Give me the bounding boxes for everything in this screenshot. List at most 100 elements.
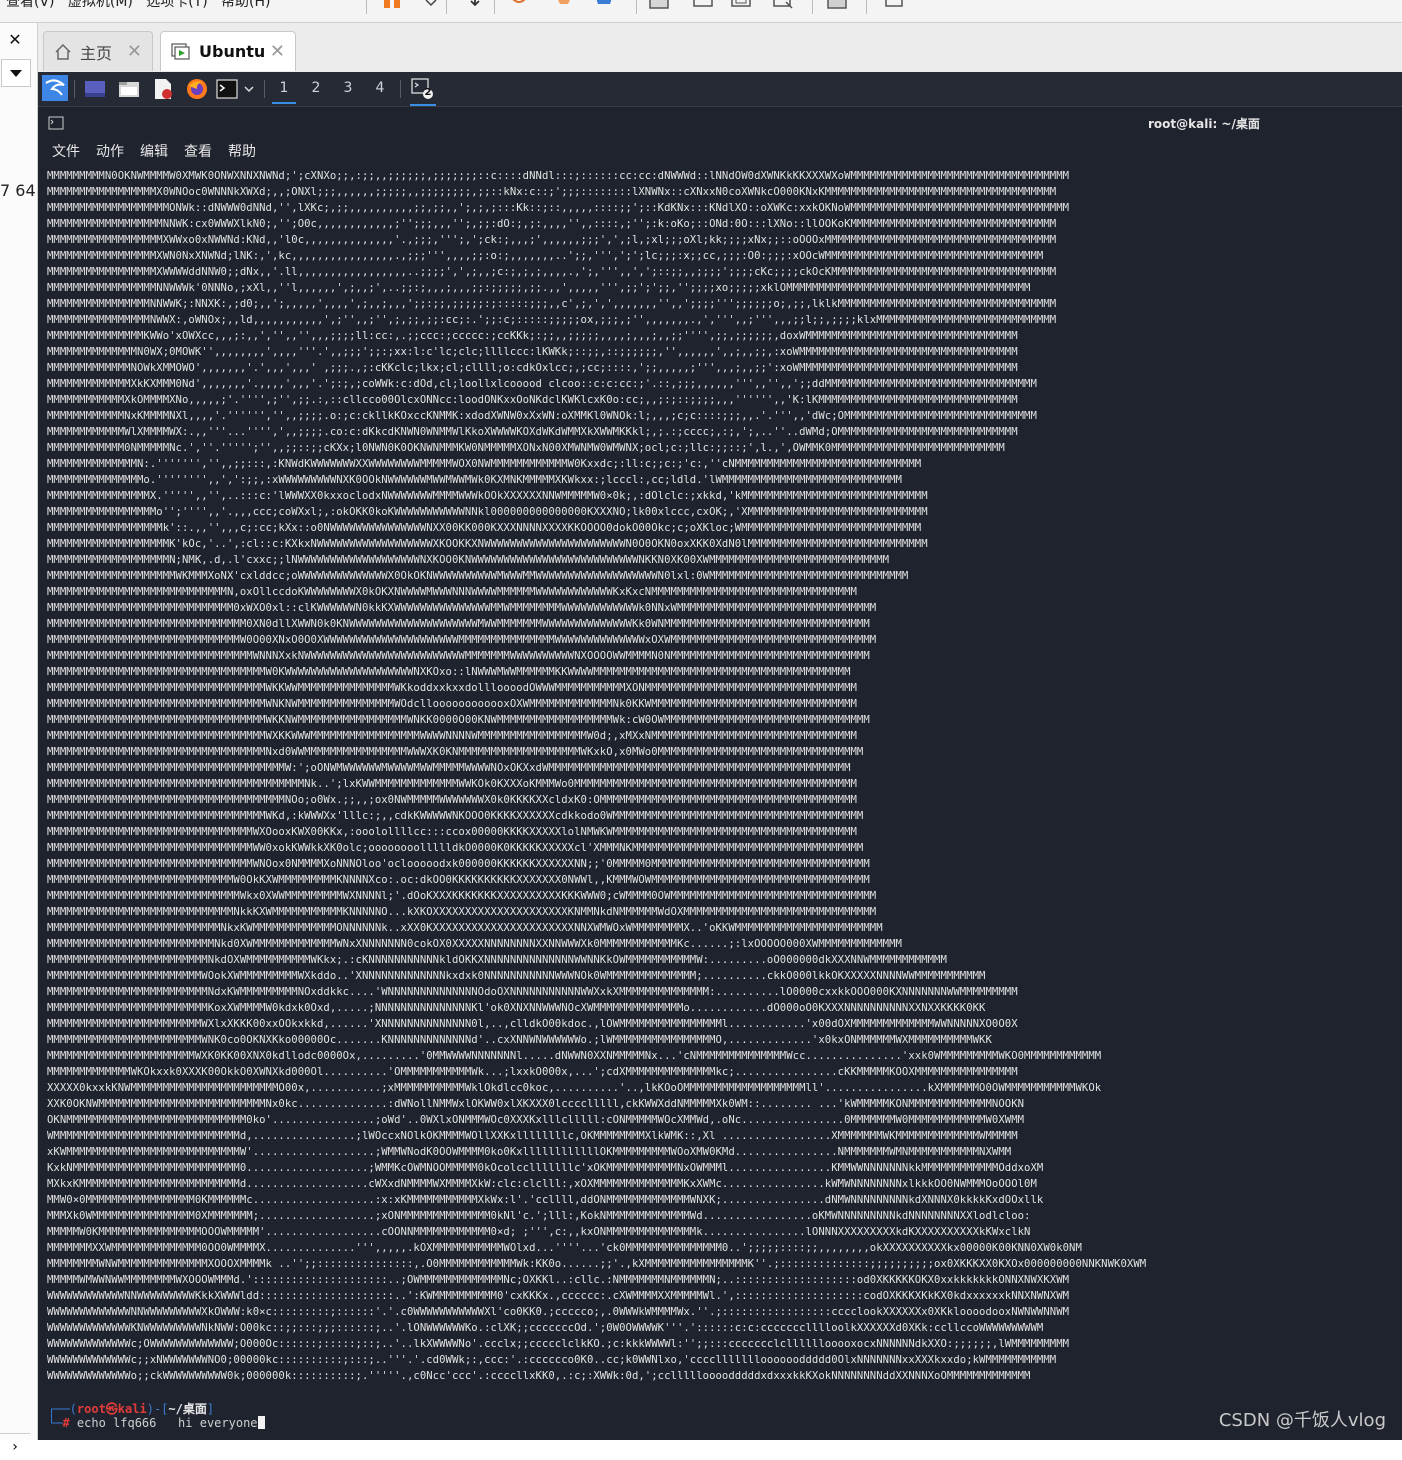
snapshot-icon[interactable] (554, 0, 576, 12)
output-line: MMMMMMMMMMMMMNOWkXMMOWO',,,,,,,'.',,,',,… (47, 362, 1018, 374)
firefox-icon[interactable] (186, 78, 208, 100)
output-line: MMMMMMMMMMMMMMMMMMMMMMMMMMMMMMMMMMNxd0WW… (47, 746, 864, 758)
terminal-titlebar: root@kali: ~/桌面 (38, 108, 1402, 138)
output-line: MMMMMMMMMMMMMMMMMMMN;NMK,.d,.l'cxxc;;lNW… (47, 554, 890, 566)
menu-actions[interactable]: 动作 (96, 141, 124, 161)
menu-edit[interactable]: 编辑 (140, 141, 168, 161)
host-menu-bar[interactable]: 查看(V) 虚拟机(M) 选项卡(T) 帮助(H) (6, 0, 270, 11)
library-view-icon[interactable] (826, 0, 848, 12)
unity-view-icon[interactable] (692, 0, 714, 12)
output-line: MMMMMMMMMMMMMMMMMMNNWK:cx0WWWXlkN0;,'';O… (47, 218, 1057, 230)
output-line: MMMMMMMMMMMMMMMMMMMMMMMMWOokXWMMMMMMMMMW… (47, 970, 986, 982)
output-line: MMMMMMMMMMMMMMMMMMMMMMMMMMMMMW0OkKXWMMMM… (47, 874, 870, 886)
output-line: MMMMMMMMMMMMMMMMMMMMMMMMMMMMMMMMWW0xokKW… (47, 842, 864, 854)
output-line: MMMMMMMMMMMMMMMMMMXWWxo0xNWWNd:KNd,,'l0c… (47, 234, 1057, 246)
workspace-3[interactable]: 3 (336, 80, 360, 96)
dropdown-icon[interactable] (420, 0, 442, 12)
expand-arrow-button[interactable]: › (0, 1433, 30, 1460)
output-line: MMMMMMMMMMMMMMMMMMMMMMMMMMMMMMMMMMWKKWWM… (47, 682, 857, 694)
vm-running-icon (171, 42, 190, 60)
output-line: MMMMMMMMMMMMMMMMMMMMMMMMMMMMMMW0O00XNxO0… (47, 634, 877, 646)
toolbar-separator (866, 0, 867, 14)
menu-file[interactable]: 文件 (52, 141, 80, 161)
fullscreen-view-icon[interactable] (648, 0, 670, 12)
output-line: MMMMMMMMMMMMMMMMMMMMMMMMMMMMMMMMMMMMMW:'… (47, 762, 851, 774)
output-line: MMMMMMMMMMMMMMMMMMMMMMMMWXlxXKKK00xxOOkx… (47, 1018, 1018, 1030)
output-line: MMMMMMMMMMMMMMMMMMMMMMMMMMNkd0XWMMMMMMMM… (47, 938, 902, 950)
output-line: MMMMMMMMMMMMMMMMMMMMMMMMMMMMMMMMMMMMMNOo… (47, 794, 857, 806)
workspace-4[interactable]: 4 (368, 80, 392, 96)
output-line: OKNMMMMMMMMMMMMMMMMMMMMMMMMMMMM0ko'.....… (47, 1114, 1025, 1126)
tab-label: 主页 (80, 43, 113, 63)
host-toolbar: 查看(V) 虚拟机(M) 选项卡(T) 帮助(H) (0, 0, 1402, 23)
prompt-bracket: ] (206, 1402, 215, 1416)
guest-top-panel: 1 2 3 4 2 (38, 72, 1402, 107)
chevron-down-icon (10, 70, 22, 77)
pause-icon[interactable] (382, 0, 404, 12)
tab-home[interactable]: 主页 ✕ (43, 31, 153, 71)
vm-display[interactable]: 1 2 3 4 2 root@kali: ~/桌面 文件 动作 编辑 查看 帮助… (38, 72, 1402, 1440)
output-line: xKWMMMMMMMMMMMMMMMMMMMMMMMMMMMW'........… (47, 1146, 1012, 1158)
kali-menu-icon[interactable] (42, 75, 68, 101)
output-line: MMMMMMMMMMMMMMMMNWWX:,oWNOx;,,ld,,,,,,,,… (47, 314, 1057, 326)
snapshot-revert-icon[interactable] (508, 0, 530, 12)
output-line: MMMMMMMMMMMMMMMMMMMK'kOc,'..',:cl::c:KXk… (47, 538, 928, 550)
prompt-line-2[interactable]: └─# echo lfq666 hi everyone (48, 1416, 265, 1430)
text-editor-icon[interactable] (152, 78, 174, 100)
output-line: MMMMMMMMMMMMMMMMMMMMMMMMMMMMMMMMMMWKKNWM… (47, 714, 870, 726)
command-input[interactable]: echo lfq666 hi everyone (70, 1416, 258, 1430)
window-count-badge: 2 (424, 87, 432, 98)
prompt-bracket: ┌──( (48, 1402, 77, 1416)
prompt-line-1: ┌──(root㉿kali)-[~/桌面] (48, 1400, 214, 1417)
output-line: WWWWWWWWWWWWNNWWWWWWWWWKkkXWWWldd:::::::… (47, 1290, 1070, 1302)
menu-view[interactable]: 查看 (184, 141, 212, 161)
output-line: MMMMMMMMMMMMMMMMMMMMMMMMMMMMMMMMMMW0KWWW… (47, 666, 851, 678)
file-manager-icon[interactable] (118, 78, 140, 100)
output-line: MMMMMMMMMMMMMMMMX.''''',,'',..:::c:'lWWW… (47, 490, 928, 502)
console-view-icon[interactable] (730, 0, 752, 12)
output-line: MMMMMMMMMMMMMMMMMMMMMMMMMNdxKWMMMMMMMMMN… (47, 986, 1018, 998)
output-line: MMMMMMMMMMMMMMMMMXWN0NxXNWNd;lNK:,',kc,,… (47, 250, 1044, 262)
snapshot-manager-icon[interactable] (594, 0, 616, 12)
output-line: MMMMMMMMMMMMMMMMMXWWWWddNNW0;;dNx,,'.ll,… (47, 266, 1057, 278)
show-desktop-icon[interactable] (84, 78, 106, 100)
tab-ubuntu[interactable]: Ubuntu ✕ (160, 31, 296, 71)
taskbar-terminal-item[interactable]: 2 (410, 76, 436, 106)
close-library-button[interactable]: ✕ (0, 27, 30, 53)
menu-help[interactable]: 帮助 (228, 141, 256, 161)
output-line: MMMMMMMMMMMMMWKOkxxk0XXXK00OkkO0XWNXkd00… (47, 1066, 1018, 1078)
output-line: MMMMMMMMMMMMMMN0WX;0MOWK'',,,,,,,,',,,,'… (47, 346, 1018, 358)
workspace-1[interactable]: 1 (272, 80, 296, 104)
output-line: MMMMMMMMMMMMMMMMMMk'::.,,'',,,c;:cc;kXx:… (47, 522, 922, 534)
output-line: MMMMMMMMMMMMMMMMNNWWK;:NNXK:,;d0;,,';,,,… (47, 298, 1057, 310)
stretch-view-icon[interactable] (772, 0, 794, 12)
output-line: MMMXk0WMMMMMMMMMMMMMMMM0XMMMMMMM;.......… (47, 1210, 1031, 1222)
output-line: MMMMMW0KMMMMMMMMMMMMMMMMOOOWMMMMM'......… (47, 1226, 1031, 1238)
output-line: MMMMMMMMMMMMMMMo.'''''''',,',':;;,:xWWWW… (47, 474, 902, 486)
toolbar-separator (446, 0, 447, 14)
download-arrow-icon[interactable] (464, 0, 486, 12)
library-filter-dropdown[interactable] (1, 59, 31, 87)
output-line: MMMMMMMMMMMMMMMMMMMMMMMMMKoxXWMMMMW0kdxk… (47, 1002, 986, 1014)
output-line: MMMMMMMMWNWMMMMMMMMMMMMMMXOOOXMMMMk ..''… (47, 1258, 1147, 1270)
preferences-icon[interactable] (884, 0, 906, 12)
output-line: XXK0OKNWMMMMMMMMMMMMMMMMMMMMMMMMMMNx0kc.… (47, 1098, 1025, 1110)
terminal-icon[interactable] (216, 78, 238, 100)
output-line: MMMMMMMMMMMMMMMMMNNWWWk'0NNNo,;xXl,,''l,… (47, 282, 1031, 294)
output-line: MMMMMMMMMMMMMMMMMMMMMMMMMMMMMMMMMMMMMMMM… (47, 778, 857, 790)
workspace-2[interactable]: 2 (304, 80, 328, 96)
output-line: MMMMMMMMMMMMMMMMMMMMMMMMMMMMMMMMWXOooxKW… (47, 826, 857, 838)
output-line: MMMMMMMMMN0OKNWMMMMW0XMWK0ONWXNNXNWNd;';… (47, 170, 1070, 182)
tab-close-button[interactable]: ✕ (270, 41, 285, 62)
chevron-down-icon[interactable] (242, 78, 256, 100)
terminal-menu-bar: 文件 动作 编辑 查看 帮助 (38, 138, 1402, 164)
output-line: MMMMMMMMMMMMMMMMMo'';'''',,'.,,,ccc;coWX… (47, 506, 928, 518)
toolbar-separator (812, 0, 813, 14)
output-line: MMMMMMMMMMMMMMMMMMMONWk::dNWWW0dNNd,'',l… (47, 202, 1070, 214)
prompt-bracket: )-[ (146, 1402, 169, 1416)
terminal-app-icon (48, 116, 64, 130)
output-line: WMMMMMMMMMMMMMMMMMMMMMMMMMMMMMd,........… (47, 1130, 1018, 1142)
output-line: MMMMMMMMMMMMMMMMMMMMMMMMMMMMMMM0XN0dllXW… (47, 618, 870, 630)
tab-close-button[interactable]: ✕ (127, 41, 142, 62)
prompt-hash: # (62, 1416, 70, 1430)
